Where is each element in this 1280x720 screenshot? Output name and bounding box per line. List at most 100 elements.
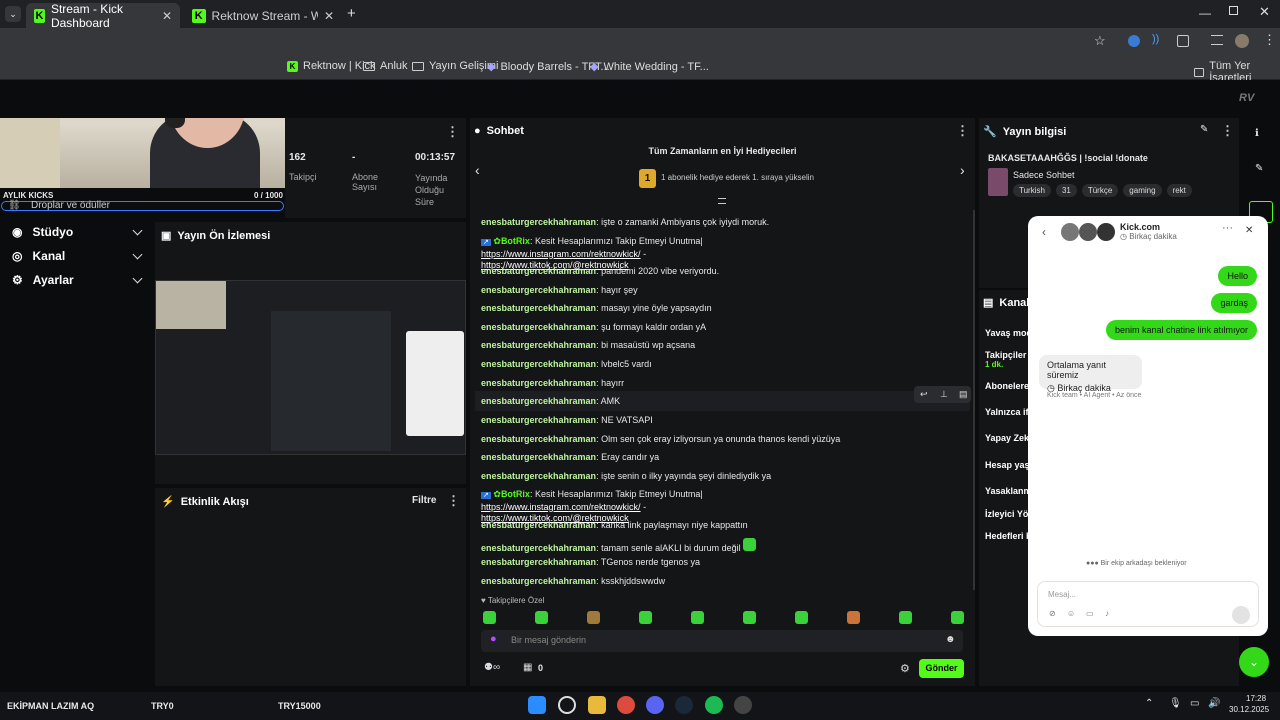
- store-icon[interactable]: ▦: [523, 662, 532, 673]
- chat-username[interactable]: enesbaturgercekhahraman: [481, 378, 596, 388]
- bookmark-yayin-gelisimi[interactable]: Yayın Gelişimi: [412, 60, 498, 72]
- more-menu-icon[interactable]: ⋮: [1221, 123, 1234, 139]
- setting-banned-words[interactable]: Yasaklanm: [985, 486, 1032, 496]
- clock-time[interactable]: 17:28: [1246, 694, 1266, 703]
- search-icon[interactable]: [558, 696, 576, 714]
- obs-icon[interactable]: [734, 696, 752, 714]
- chevron-right-icon[interactable]: ›: [960, 162, 965, 178]
- maximize-button[interactable]: [1229, 6, 1238, 15]
- chat-username[interactable]: enesbaturgercekhahraman: [481, 543, 596, 553]
- stream-preview-video[interactable]: [155, 280, 466, 455]
- chat-username[interactable]: enesbaturgercekhahraman: [481, 340, 596, 350]
- chat-username[interactable]: enesbaturgercekhahraman: [481, 557, 596, 567]
- setting-emotes-only[interactable]: Yalnızca if: [985, 407, 1029, 417]
- chevron-left-icon[interactable]: ‹: [475, 162, 480, 178]
- chat-username[interactable]: enesbaturgercekhahraman: [481, 434, 596, 444]
- attachment-icon[interactable]: ⊘: [1049, 609, 1056, 618]
- chat-input[interactable]: ● Bir mesaj gönderin ☻: [481, 630, 963, 652]
- emote-icon[interactable]: [639, 611, 652, 624]
- chat-username[interactable]: enesbaturgercekhahraman: [481, 396, 596, 406]
- microphone-icon[interactable]: 🎙: [1169, 698, 1182, 709]
- close-icon[interactable]: ✕: [162, 9, 172, 23]
- emote-icon[interactable]: [483, 611, 496, 624]
- chat-username[interactable]: enesbaturgercekhahraman: [481, 303, 596, 313]
- popup-send-button[interactable]: [1232, 606, 1250, 624]
- spotify-icon[interactable]: [705, 696, 723, 714]
- chat-username[interactable]: enesbaturgercekhahraman: [481, 322, 596, 332]
- setting-slow-mode[interactable]: Yavaş mod: [985, 328, 1032, 338]
- setting-followers[interactable]: Takipçiler: [985, 350, 1026, 360]
- chat-scrollbar[interactable]: [973, 210, 975, 590]
- emote-icon[interactable]: [743, 611, 756, 624]
- sidebar-item-channel[interactable]: ◎ Kanal: [0, 244, 155, 268]
- discord-icon[interactable]: [646, 696, 664, 714]
- profile-avatar[interactable]: [1235, 34, 1249, 48]
- back-icon[interactable]: ‹: [1042, 225, 1046, 239]
- sidebar-item-studio[interactable]: ◉ Stüdyo: [0, 220, 155, 244]
- chat-username[interactable]: enesbaturgercekhahraman: [481, 415, 596, 425]
- more-menu-icon[interactable]: ⋮: [956, 123, 969, 139]
- popup-message-input[interactable]: Mesaj... ⊘ ☺ ▭ ♪: [1037, 581, 1259, 627]
- emote-icon[interactable]: [899, 611, 912, 624]
- chat-link[interactable]: https://www.instagram.com/rektnowkick/: [481, 502, 641, 512]
- chat-username[interactable]: enesbaturgercekhahraman: [481, 266, 596, 276]
- setting-viewer-management[interactable]: İzleyici Yö: [985, 509, 1028, 519]
- file-explorer-icon[interactable]: [588, 696, 606, 714]
- chevron-up-icon[interactable]: ⌃: [1145, 698, 1153, 709]
- browser-menu-icon[interactable]: ⋮: [1263, 32, 1276, 48]
- steam-icon[interactable]: [675, 696, 693, 714]
- emote-icon[interactable]: [951, 611, 964, 624]
- people-icon[interactable]: ⚉∞: [484, 662, 500, 673]
- microphone-icon[interactable]: ●: [490, 633, 497, 645]
- emote-icon[interactable]: [691, 611, 704, 624]
- edit-icon[interactable]: ✎: [1200, 124, 1208, 135]
- info-icon[interactable]: ℹ: [1255, 128, 1259, 139]
- bookmark-anluk[interactable]: Anluk: [363, 60, 408, 72]
- emote-icon[interactable]: [535, 611, 548, 624]
- extension-icon[interactable]: [1128, 35, 1140, 47]
- emoji-icon[interactable]: ☺: [1067, 609, 1075, 618]
- reading-list-icon[interactable]: [1211, 35, 1223, 45]
- more-menu-icon[interactable]: ⋮: [446, 124, 459, 140]
- new-tab-button[interactable]: +: [347, 5, 356, 22]
- extensions-puzzle-icon[interactable]: [1177, 35, 1189, 47]
- sidebar-item-settings[interactable]: ⚙ Ayarlar: [0, 268, 155, 292]
- chat-username[interactable]: enesbaturgercekhahraman: [481, 471, 596, 481]
- emote-icon[interactable]: [795, 611, 808, 624]
- tab-kick-dashboard[interactable]: K Stream - Kick Dashboard ✕: [26, 2, 180, 30]
- clock-date[interactable]: 30.12.2025: [1229, 705, 1269, 714]
- chat-username[interactable]: enesbaturgercekhahraman: [481, 576, 596, 586]
- emoji-icon[interactable]: ☻: [945, 634, 956, 645]
- chat-username[interactable]: BotRix: [501, 236, 530, 246]
- more-menu-icon[interactable]: ⋮: [447, 493, 460, 509]
- chevron-down-icon[interactable]: ⌄: [1239, 647, 1269, 677]
- chat-username[interactable]: enesbaturgercekhahraman: [481, 520, 596, 530]
- emote-icon[interactable]: [587, 611, 600, 624]
- rektnow-logo[interactable]: RV: [1239, 92, 1254, 104]
- pencil-icon[interactable]: ✎: [1255, 163, 1263, 174]
- chat-username[interactable]: enesbaturgercekhahraman: [481, 217, 596, 227]
- chat-username[interactable]: enesbaturgercekhahraman: [481, 359, 596, 369]
- tab-search-button[interactable]: ⌄: [5, 6, 21, 22]
- setting-goals[interactable]: Hedefleri b: [985, 531, 1032, 541]
- setting-ai-moderation[interactable]: Yapay Zek: [985, 433, 1029, 443]
- setting-subscribers[interactable]: Abonelere: [985, 381, 1029, 391]
- chat-username[interactable]: BotRix: [501, 489, 530, 499]
- more-menu-icon[interactable]: ···: [1222, 222, 1233, 234]
- close-icon[interactable]: ✕: [1245, 225, 1253, 236]
- audio-extension-icon[interactable]: )): [1152, 33, 1159, 45]
- filter-button[interactable]: Filtre: [412, 495, 436, 506]
- gear-icon[interactable]: ⚙: [900, 662, 910, 675]
- chat-username[interactable]: enesbaturgercekhahraman: [481, 285, 596, 295]
- delete-icon[interactable]: ▤: [959, 389, 968, 400]
- gif-icon[interactable]: ▭: [1086, 609, 1094, 618]
- volume-icon[interactable]: 🔊: [1208, 698, 1220, 709]
- bookmark-white-wedding[interactable]: ◆ White Wedding - TF...: [590, 60, 709, 74]
- close-icon[interactable]: ✕: [324, 9, 334, 23]
- microphone-icon[interactable]: ♪: [1105, 609, 1109, 618]
- reply-icon[interactable]: ↩: [920, 389, 928, 400]
- minimize-button[interactable]: —: [1199, 6, 1211, 20]
- star-icon[interactable]: ☆: [1094, 33, 1106, 49]
- send-button[interactable]: Gönder: [919, 659, 964, 678]
- stream-category[interactable]: Sadece Sohbet: [1013, 170, 1075, 180]
